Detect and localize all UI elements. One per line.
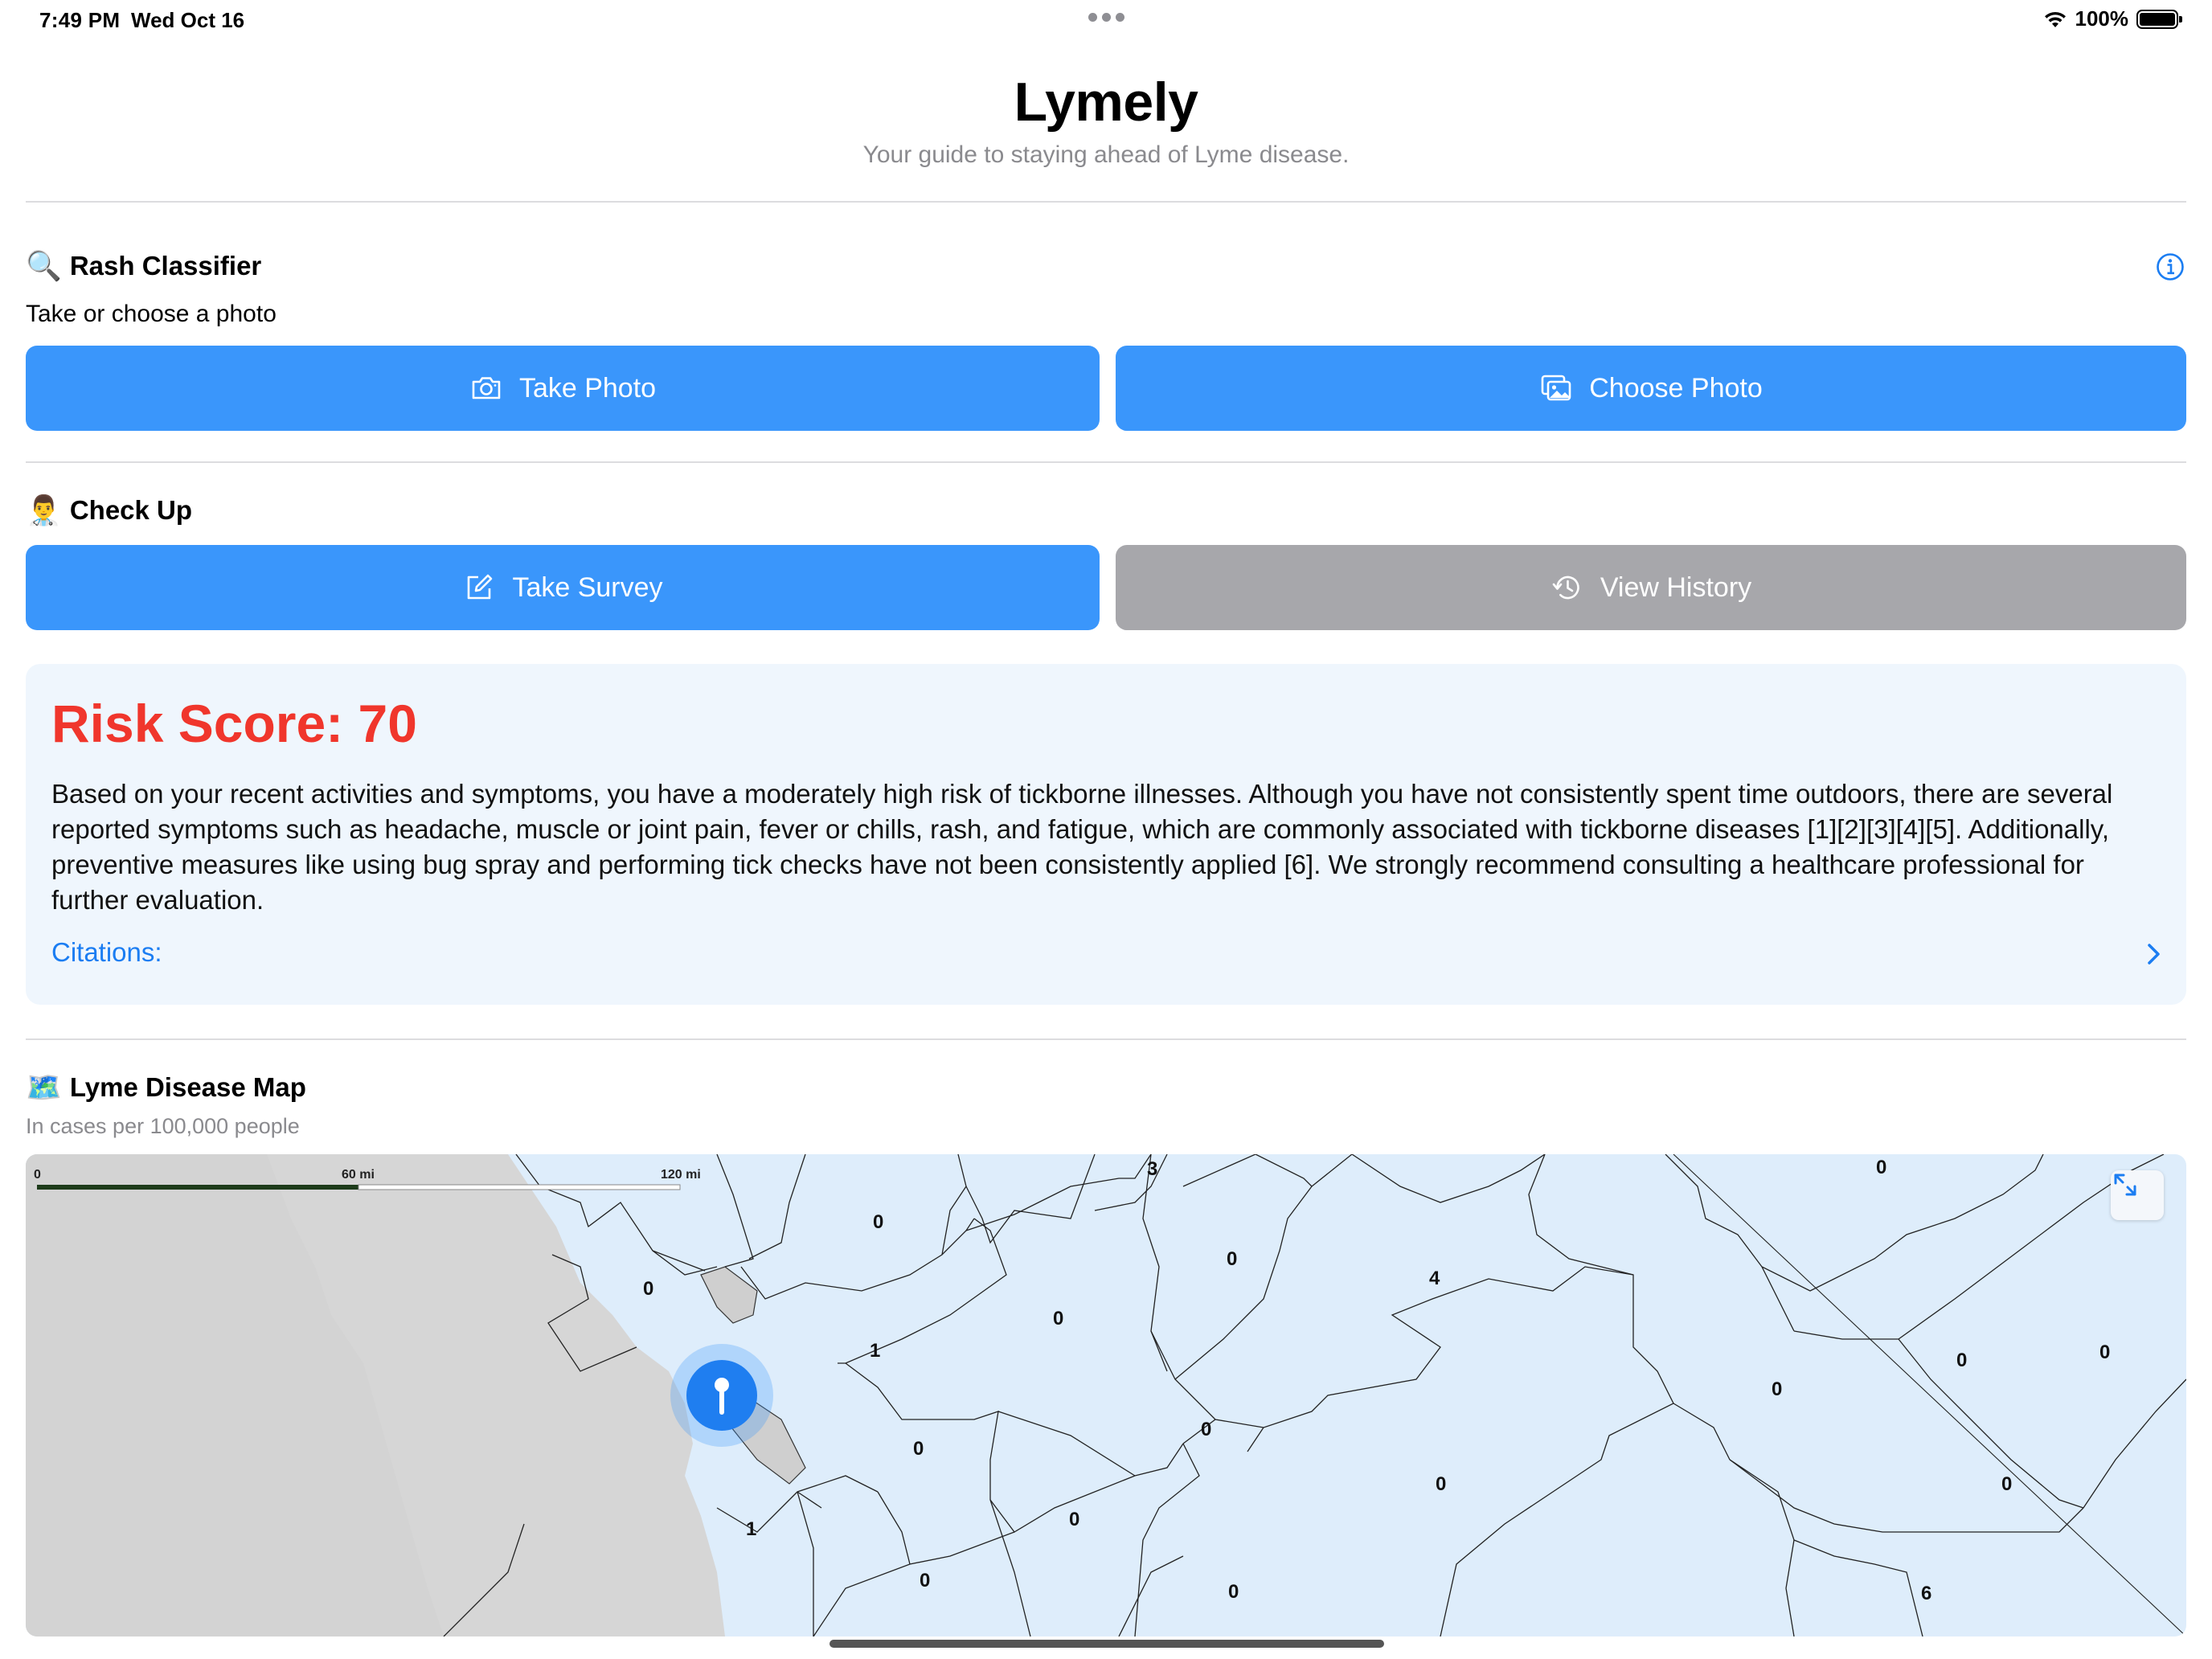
risk-explanation: Based on your recent activities and symp… — [51, 779, 2113, 915]
location-pin-icon[interactable] — [670, 1344, 773, 1447]
app-subtitle: Your guide to staying ahead of Lyme dise… — [862, 141, 1350, 168]
take-photo-button[interactable]: Take Photo — [26, 346, 1100, 431]
citations-link[interactable]: Citations: — [51, 937, 162, 968]
chevron-right-icon[interactable] — [2141, 940, 2165, 968]
map-icon: 🗺️ — [26, 1071, 62, 1104]
take-survey-label: Take Survey — [512, 571, 663, 603]
map-heading: 🗺️ Lyme Disease Map — [26, 1071, 306, 1104]
map-canvas[interactable]: 0 60 mi 120 mi 3 0 0 0 0 1 0 0 4 0 0 0 0… — [26, 1154, 2186, 1636]
scale-label-zero: 0 — [34, 1168, 41, 1182]
county-value-label: 6 — [1921, 1583, 1931, 1604]
risk-score-title: Risk Score: 70 — [51, 694, 417, 753]
info-circle-icon[interactable] — [2156, 252, 2185, 281]
county-value-label: 0 — [2099, 1342, 2110, 1363]
rash-divider — [26, 461, 2186, 463]
battery-icon — [2136, 9, 2182, 29]
square-pencil-icon — [468, 574, 493, 600]
county-value-label: 0 — [873, 1211, 883, 1233]
take-survey-button[interactable]: Take Survey — [26, 545, 1100, 630]
photo-library-icon — [1541, 375, 1571, 401]
county-value-label: 0 — [1876, 1157, 1886, 1178]
multitasking-dots-icon[interactable] — [1088, 13, 1124, 22]
expand-map-button[interactable] — [2111, 1170, 2164, 1220]
county-value-label: 0 — [1228, 1581, 1239, 1603]
county-value-label: 4 — [1429, 1268, 1440, 1289]
county-value-label: 0 — [913, 1438, 924, 1460]
choose-photo-label: Choose Photo — [1589, 372, 1763, 403]
doctor-icon: 👨‍⚕️ — [26, 494, 62, 526]
county-value-label: 0 — [920, 1570, 930, 1591]
view-history-button[interactable]: View History — [1116, 545, 2186, 630]
county-value-label: 0 — [1227, 1248, 1237, 1270]
rash-classifier-prompt: Take or choose a photo — [26, 301, 276, 327]
county-value-label: 0 — [1956, 1350, 1967, 1371]
header-divider — [26, 201, 2186, 203]
home-indicator[interactable] — [830, 1640, 1384, 1648]
magnifier-icon: 🔍 — [26, 249, 62, 282]
county-value-label: 3 — [1147, 1158, 1157, 1180]
county-value-label: 1 — [746, 1518, 756, 1540]
check-up-heading: 👨‍⚕️ Check Up — [26, 494, 192, 527]
choose-photo-button[interactable]: Choose Photo — [1116, 346, 2186, 431]
rash-classifier-heading: 🔍 Rash Classifier — [26, 249, 261, 283]
battery-percent: 100% — [2075, 6, 2129, 31]
status-indicators: 100% — [2043, 6, 2182, 31]
county-value-label: 0 — [1053, 1308, 1063, 1329]
county-value-label: 0 — [2001, 1473, 2012, 1495]
status-time: 7:49 PM — [39, 8, 121, 32]
app-title: Lymely — [1014, 72, 1198, 133]
county-value-label: 0 — [643, 1278, 653, 1300]
status-date: Wed Oct 16 — [131, 8, 245, 32]
county-value-label: 0 — [1069, 1509, 1079, 1530]
view-history-label: View History — [1600, 571, 1752, 603]
county-value-label: 0 — [1436, 1473, 1446, 1495]
lyme-disease-map[interactable]: 0 60 mi 120 mi 3 0 0 0 0 1 0 0 4 0 0 0 0… — [26, 1154, 2186, 1636]
risk-score-card: Risk Score: 70 Based on your recent acti… — [26, 664, 2186, 1005]
wifi-icon — [2044, 11, 2066, 27]
map-subtitle: In cases per 100,000 people — [26, 1114, 300, 1138]
check-up-title: Check Up — [69, 495, 193, 525]
status-bar: 7:49 PM Wed Oct 16 100% — [0, 0, 2212, 40]
county-value-label: 1 — [870, 1340, 880, 1362]
scale-label-max: 120 mi — [661, 1168, 701, 1182]
county-value-label: 0 — [1772, 1378, 1782, 1400]
clock-history-icon — [1552, 576, 1579, 600]
expand-arrows-icon — [2114, 1174, 2136, 1196]
rash-classifier-title: Rash Classifier — [69, 251, 262, 281]
risk-divider — [26, 1038, 2186, 1040]
scale-label-mid: 60 mi — [342, 1168, 375, 1182]
county-value-label: 0 — [1201, 1419, 1211, 1440]
camera-icon — [472, 377, 501, 399]
take-photo-label: Take Photo — [518, 372, 657, 403]
map-title: Lyme Disease Map — [69, 1072, 306, 1102]
